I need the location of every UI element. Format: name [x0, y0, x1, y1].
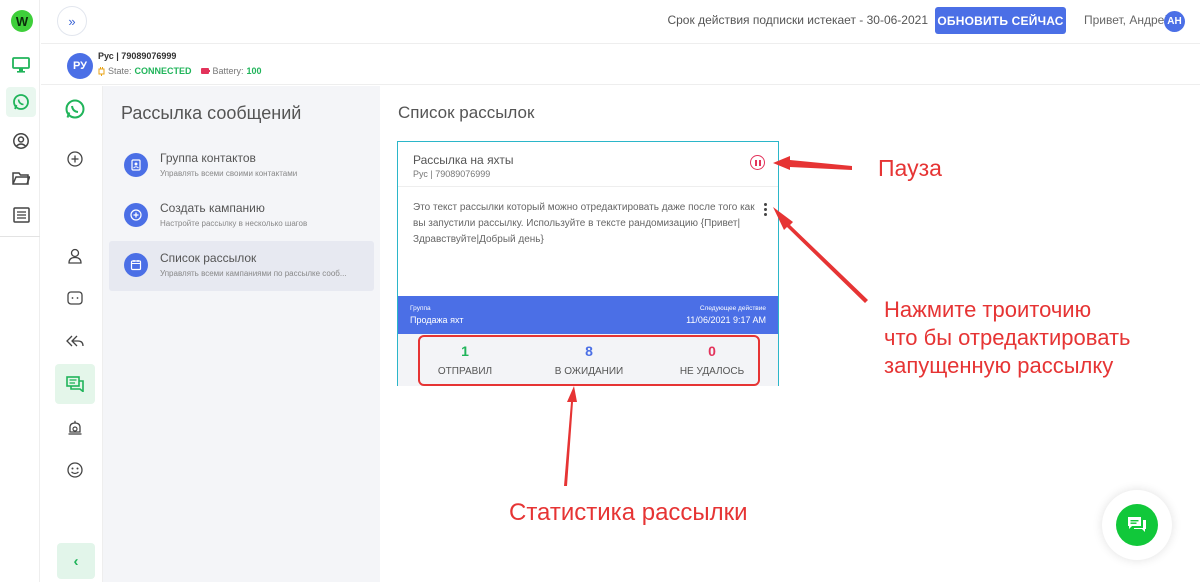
- arrow-to-kebab: [773, 207, 868, 303]
- annotation-stats: Статистика рассылки: [509, 499, 748, 526]
- annotation-edit-line: запущенную рассылку: [884, 353, 1114, 378]
- annotation-edit-line: что бы отредактировать: [884, 325, 1131, 350]
- annotation-edit-line: Нажмите троиточию: [884, 297, 1092, 322]
- arrow-to-stats: [564, 386, 577, 486]
- annotation-arrows: [564, 156, 868, 486]
- annotation-pause: Пауза: [878, 155, 942, 181]
- annotation-edit: Нажмите троиточию что бы отредактировать…: [884, 296, 1131, 380]
- chat-fab-button[interactable]: [1116, 504, 1158, 546]
- chat-bubble-icon: [1128, 517, 1146, 532]
- arrow-to-pause: [773, 156, 852, 170]
